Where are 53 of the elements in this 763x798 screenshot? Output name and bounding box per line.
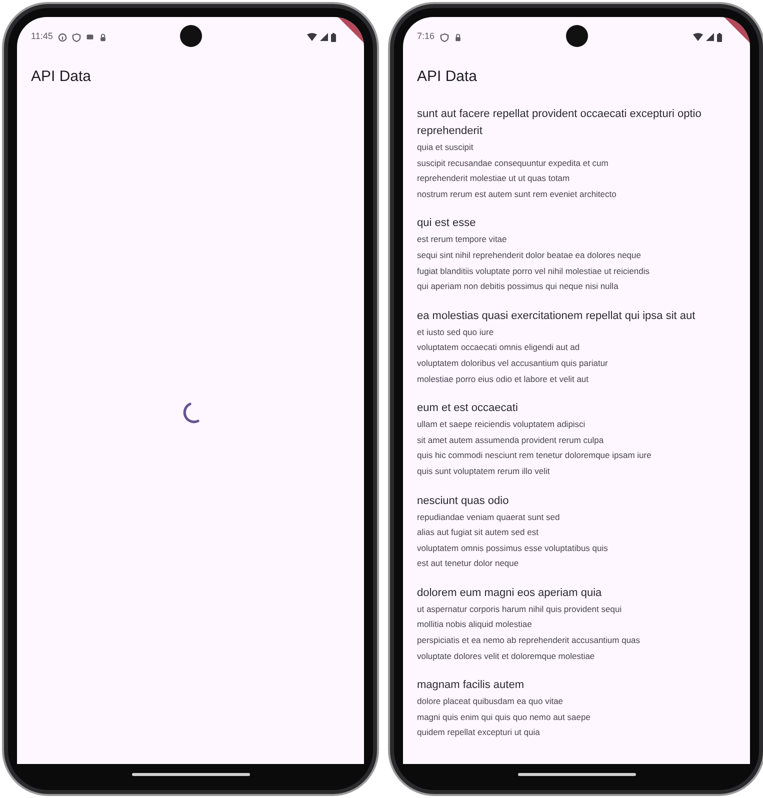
- loading-spinner: [182, 402, 200, 424]
- post-body-line: nostrum rerum est autem sunt rem eveniet architecto: [417, 188, 618, 201]
- post-body-line: quis sunt voluptatem rerum illo velit: [417, 464, 551, 478]
- post-body-line: molestiae porro eius odio et labore et velit aut: [417, 372, 590, 386]
- post-body-line: voluptatem occaecati omnis eligendi aut ad: [417, 341, 581, 354]
- post-title: dolorem eum magni eos aperiam quia: [417, 586, 603, 601]
- app-bar-title: API Data: [417, 66, 478, 87]
- post-body-line: reprehenderit molestiae ut ut quas totam: [417, 172, 571, 186]
- post-body-line: voluptatem doloribus vel accusantium quis pariatur: [417, 356, 609, 370]
- post-body-line: qui aperiam non debitis possimus qui neque nisi nulla: [417, 280, 620, 294]
- battery-icon: [331, 32, 336, 42]
- post-body-line: perspiciatis et ea nemo ab reprehenderit accusantium quas: [417, 634, 642, 648]
- post-body-line: est rerum tempore vitae: [417, 233, 508, 246]
- post-title: nesciunt quas odio: [417, 494, 510, 508]
- post-body-line: fugiat blanditiis voluptate porro vel nihil molestiae ut reiciendis: [417, 264, 650, 278]
- post-title: magnam facilis autem: [417, 678, 525, 694]
- post-body-line: voluptate dolores velit et doloremque molestiae: [417, 650, 596, 663]
- app-bar-title: API Data: [31, 66, 92, 87]
- post-body-line: dolore placeat quibusdam ea quo vitae: [417, 695, 564, 708]
- post-body-line: mollitia nobis aliquid molestiae: [417, 618, 533, 632]
- status-time: 11:45: [31, 30, 53, 44]
- post-body-line: et iusto sed quo iure: [417, 326, 495, 339]
- lock-icon: [98, 32, 107, 42]
- post-body-line: quidem repellat excepturi ut quia: [417, 726, 541, 740]
- post-body-line: repudiandae veniam quaerat sunt sed: [417, 510, 561, 524]
- wifi-icon: [307, 33, 317, 41]
- post-body-line: ut aspernatur corporis harum nihil quis provident sequi: [417, 602, 623, 616]
- post-title: qui est esse: [417, 216, 477, 232]
- camera-cutout: [180, 25, 202, 47]
- status-time: 7:16: [417, 30, 435, 44]
- post-body-line: voluptatem omnis possimus esse voluptatibus quis: [417, 542, 609, 555]
- signal-icon: [320, 33, 328, 41]
- post-title: ea molestias quasi exercitationem repellat qui ipsa sit aut: [417, 308, 696, 324]
- post-title: sunt aut facere repellat provident occaecati excepturi optio reprehenderit: [417, 107, 702, 139]
- post-body-line: quia et suscipit: [417, 141, 474, 154]
- post-body-line: sequi sint nihil reprehenderit dolor beatae ea dolores neque: [417, 248, 642, 262]
- camera-cutout: [566, 25, 588, 47]
- info-icon: [58, 32, 67, 42]
- post-body-line: sit amet autem assumenda provident rerum culpa: [417, 434, 605, 447]
- post-body-line: magni quis enim qui quis quo nemo aut saepe: [417, 710, 592, 724]
- signal-icon: [706, 33, 714, 41]
- shield-icon: [72, 32, 81, 42]
- post-body-line: ullam et saepe reiciendis voluptatem adipisci: [417, 418, 586, 432]
- shield-icon: [440, 32, 449, 42]
- post-body-line: alias aut fugiat sit autem sed est: [417, 526, 540, 540]
- wifi-icon: [693, 33, 703, 41]
- square-icon: [86, 33, 94, 41]
- post-title: eum et est occaecati: [417, 401, 519, 416]
- post-body-line: suscipit recusandae consequuntur expedita et cum: [417, 156, 610, 170]
- post-body-line: est aut tenetur dolor neque: [417, 557, 520, 570]
- battery-icon: [717, 32, 722, 42]
- lock-icon: [454, 32, 462, 42]
- post-body-line: quis hic commodi nesciunt rem tenetur doloremque ipsam iure: [417, 449, 652, 462]
